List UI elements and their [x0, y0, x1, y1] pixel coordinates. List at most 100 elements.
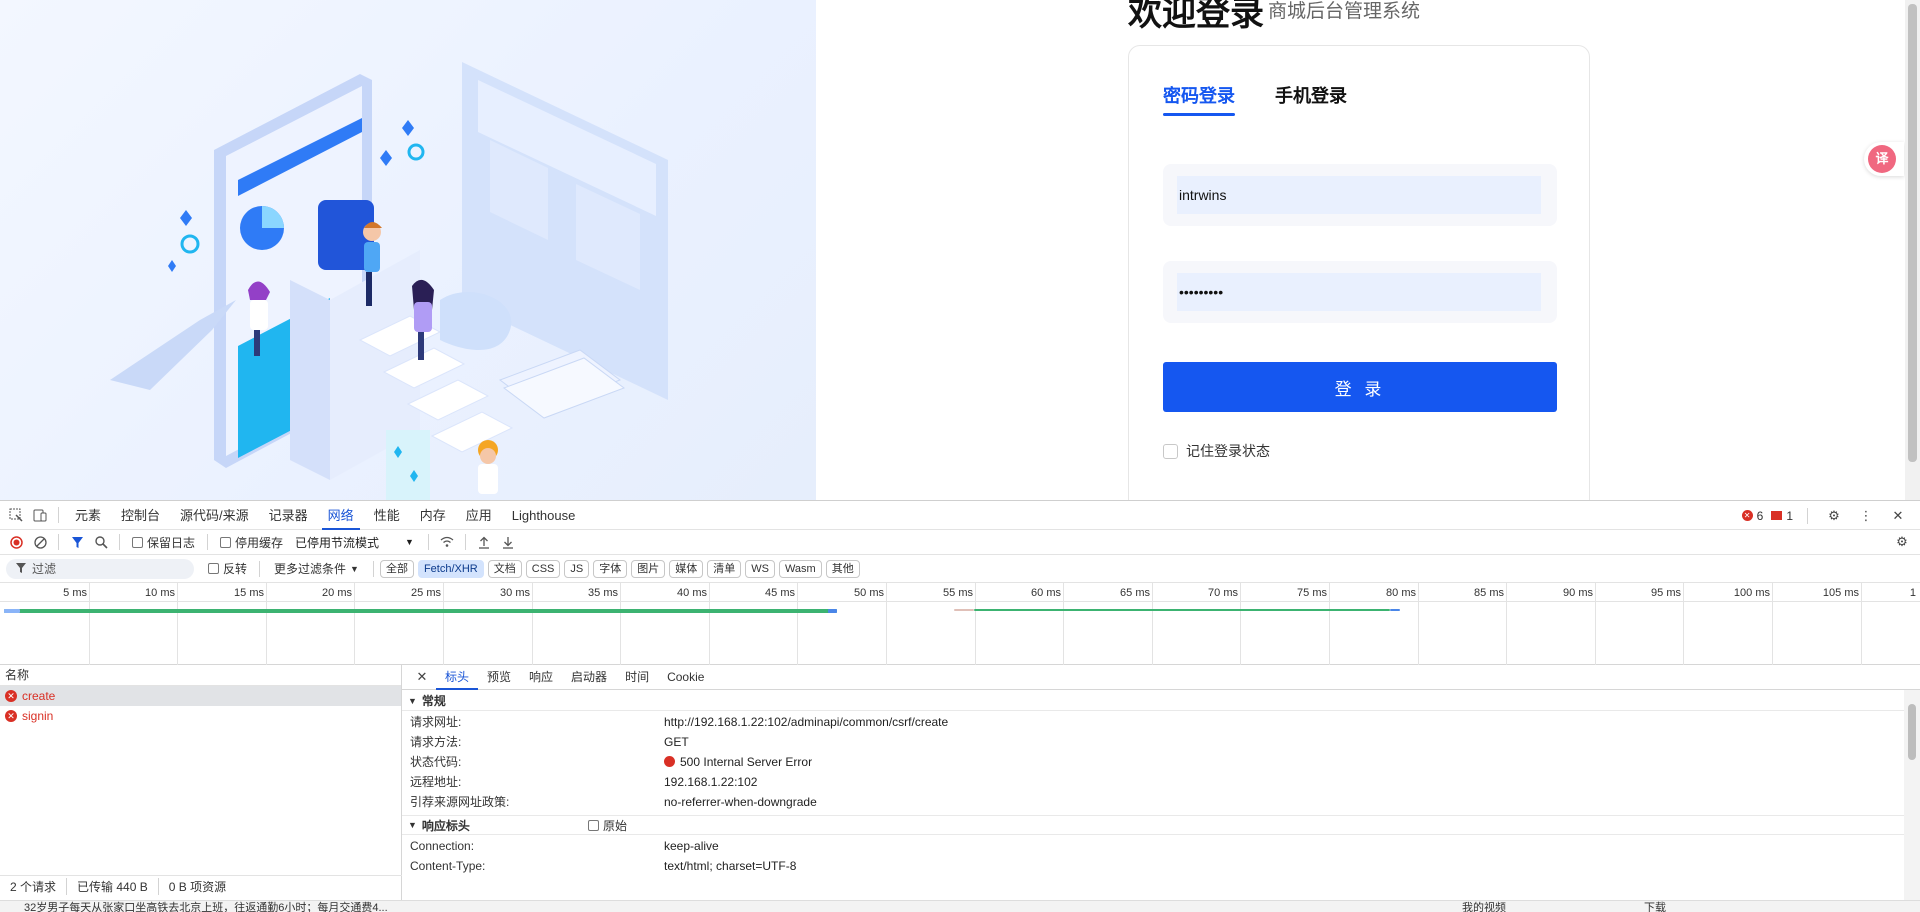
news-ticker[interactable]: 32岁男子每天从张家口坐高铁去北京上班，往返通勤6小时；每月交通费4... [24, 901, 388, 912]
clear-icon[interactable] [28, 531, 52, 553]
settings-gear-icon[interactable]: ⚙ [1822, 505, 1846, 527]
download-link[interactable]: 下载 [1644, 901, 1666, 912]
network-toolbar: 保留日志 停用缓存 已停用节流模式 ▼ ⚙ [0, 530, 1920, 555]
chip-all[interactable]: 全部 [379, 559, 414, 578]
header-value: no-referrer-when-downgrade [664, 795, 817, 809]
remember-checkbox[interactable] [1163, 443, 1178, 459]
timeline-tick-label: 5 ms [63, 587, 87, 599]
remember-login[interactable]: 记住登录状态 [1163, 441, 1270, 461]
device-toolbar-icon[interactable] [28, 504, 52, 526]
network-timeline-overview[interactable]: 5 ms 10 ms 15 ms 20 ms 25 ms 30 ms 35 ms 40 ms 4… [0, 583, 1920, 665]
detail-scrollbar-thumb[interactable] [1908, 704, 1916, 760]
chip-other[interactable]: 其他 [825, 559, 860, 578]
timeline-tick-label: 15 ms [234, 587, 264, 599]
error-count: 6 [1756, 508, 1764, 523]
triangle-down-icon: ▼ [408, 820, 417, 830]
preserve-log-toggle[interactable]: 保留日志 [132, 534, 195, 551]
export-har-download-icon[interactable] [496, 531, 520, 553]
chip-font[interactable]: 字体 [593, 559, 628, 578]
chip-wasm[interactable]: Wasm [778, 559, 822, 578]
chip-js[interactable]: JS [564, 559, 590, 578]
page-scrollbar[interactable] [1905, 0, 1920, 500]
separator [1807, 507, 1808, 524]
chip-ws[interactable]: WS [745, 559, 775, 578]
raw-checkbox[interactable] [588, 819, 599, 831]
chip-img[interactable]: 图片 [631, 559, 666, 578]
network-settings-gear-icon[interactable]: ⚙ [1890, 531, 1914, 553]
invert-checkbox[interactable] [208, 563, 219, 574]
search-icon[interactable] [89, 531, 113, 553]
login-button[interactable]: 登 录 [1163, 362, 1557, 412]
hero-illustration [0, 0, 816, 500]
response-headers-section-header[interactable]: ▼ 响应标头 原始 [402, 815, 1904, 835]
welcome-subtitle: 商城后台管理系统 [1268, 1, 1421, 22]
tab-phone-login[interactable]: 手机登录 [1275, 82, 1347, 108]
general-section-header[interactable]: ▼ 常规 [402, 691, 1904, 711]
tab-cookies[interactable]: Cookie [658, 665, 713, 690]
tab-initiator[interactable]: 启动器 [562, 665, 616, 690]
chip-manifest[interactable]: 清单 [707, 559, 742, 578]
request-list: 名称 ✕ create ✕ signin 2 个请求 已传输 440 B 0 B… [0, 665, 402, 912]
disable-cache-toggle[interactable]: 停用缓存 [220, 534, 283, 551]
page-scrollbar-thumb[interactable] [1908, 4, 1917, 462]
password-input[interactable] [1177, 273, 1541, 311]
tab-application[interactable]: 应用 [456, 501, 502, 530]
filter-input[interactable]: 过滤 [6, 558, 194, 579]
error-counter[interactable]: ✕ 6 [1741, 508, 1764, 523]
tab-network[interactable]: 网络 [318, 501, 364, 530]
tab-memory[interactable]: 内存 [410, 501, 456, 530]
header-key: Connection: [410, 839, 475, 853]
close-devtools-icon[interactable]: ✕ [1886, 505, 1910, 527]
more-options-icon[interactable]: ⋮ [1854, 505, 1878, 527]
username-input[interactable] [1177, 176, 1541, 214]
tab-performance[interactable]: 性能 [364, 501, 410, 530]
disable-cache-checkbox[interactable] [220, 536, 232, 548]
chevron-down-icon: ▼ [405, 537, 414, 547]
error-icon: ✕ [5, 710, 17, 722]
tab-recorder[interactable]: 记录器 [259, 501, 318, 530]
request-row-create[interactable]: ✕ create [0, 686, 401, 706]
tab-console[interactable]: 控制台 [111, 501, 170, 530]
my-videos-link[interactable]: 我的视频 [1462, 901, 1506, 912]
inspect-element-icon[interactable] [4, 504, 28, 526]
request-count: 2 个请求 [0, 878, 68, 895]
detail-scrollbar[interactable] [1904, 690, 1920, 912]
tab-headers[interactable]: 标头 [436, 665, 479, 690]
import-har-upload-icon[interactable] [472, 531, 496, 553]
general-row-status: 状态代码: 500 Internal Server Error [410, 753, 1900, 771]
tab-lighthouse[interactable]: Lighthouse [502, 501, 586, 530]
translate-floating-button[interactable]: 译 [1864, 142, 1904, 176]
separator [58, 534, 59, 550]
network-conditions-wifi-icon[interactable] [435, 531, 459, 553]
chip-doc[interactable]: 文档 [487, 559, 522, 578]
request-row-signin[interactable]: ✕ signin [0, 706, 401, 726]
raw-toggle[interactable]: 原始 [588, 817, 627, 834]
chip-fetch-xhr[interactable]: Fetch/XHR [417, 559, 484, 578]
request-name: create [22, 689, 56, 703]
timeline-tick-label: 65 ms [1120, 587, 1150, 599]
header-key: 请求网址: [410, 715, 462, 729]
close-detail-icon[interactable]: ✕ [412, 666, 432, 688]
triangle-down-icon: ▼ [408, 695, 417, 706]
tab-timing[interactable]: 时间 [616, 665, 658, 690]
tab-elements[interactable]: 元素 [65, 501, 111, 530]
chip-media[interactable]: 媒体 [669, 559, 704, 578]
record-icon[interactable] [4, 531, 28, 553]
name-column-header[interactable]: 名称 [0, 665, 401, 686]
tab-password-login[interactable]: 密码登录 [1163, 82, 1235, 108]
throttle-select[interactable]: 已停用节流模式 ▼ [295, 534, 414, 551]
more-filters-dropdown[interactable]: 更多过滤条件 ▼ [274, 560, 359, 577]
tab-sources[interactable]: 源代码/来源 [170, 501, 259, 530]
header-key: 请求方法: [410, 735, 462, 749]
preserve-log-checkbox[interactable] [132, 536, 143, 548]
timeline-tick-label: 1 [1909, 587, 1916, 599]
invert-toggle[interactable]: 反转 [208, 560, 247, 577]
preserve-log-label: 保留日志 [147, 535, 196, 550]
warning-counter[interactable]: 1 [1771, 509, 1793, 523]
timeline-gridline [1240, 583, 1241, 665]
filter-funnel-icon[interactable] [65, 531, 89, 553]
tab-response[interactable]: 响应 [520, 665, 562, 690]
chevron-down-icon: ▼ [350, 563, 359, 574]
chip-css[interactable]: CSS [525, 559, 561, 578]
tab-preview[interactable]: 预览 [478, 665, 520, 690]
